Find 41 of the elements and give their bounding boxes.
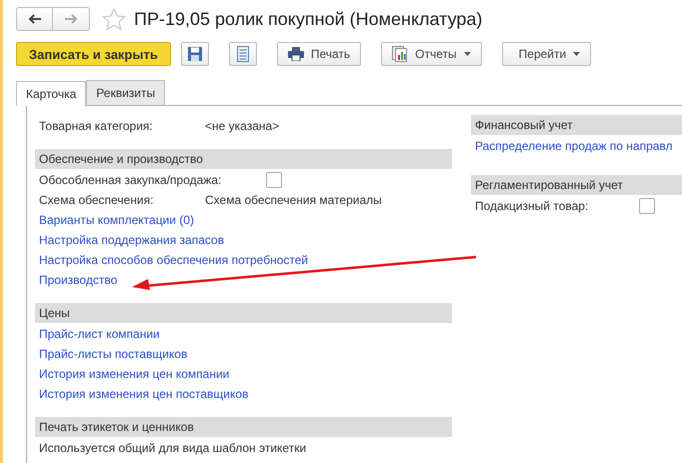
go-to-button[interactable]: Перейти xyxy=(502,42,592,66)
link[interactable]: История изменения цен поставщиков xyxy=(39,386,248,400)
caret-icon xyxy=(464,52,471,56)
link[interactable]: Прайс-лист компании xyxy=(39,326,160,340)
checkbox[interactable] xyxy=(639,198,655,214)
link[interactable]: Настройка способов обеспечения потребностей xyxy=(39,252,308,266)
section-header: Печать этикеток и ценников xyxy=(35,417,452,437)
section-header: Цены xyxy=(35,303,452,323)
info-text: Используется общий для вида шаблон этикетки xyxy=(39,440,306,454)
reports-button[interactable]: Отчеты xyxy=(381,42,482,66)
link[interactable]: Настройка поддержания запасов xyxy=(39,232,224,246)
bar-chart-document-icon xyxy=(392,46,408,62)
link[interactable]: Распределение продаж по направл xyxy=(475,138,673,152)
save-and-close-button[interactable]: Записать и закрыть xyxy=(16,42,171,66)
field-label: Обособленная закупка/продажа: xyxy=(39,172,222,186)
link[interactable]: Варианты комплектации (0) xyxy=(39,212,194,226)
field-label: Схема обеспечения: xyxy=(39,192,154,206)
section-header: Регламентированный учет xyxy=(471,175,682,195)
printer-icon xyxy=(288,47,304,61)
caret-icon xyxy=(573,52,580,56)
section-header: Финансовый учет xyxy=(471,115,682,135)
field-label: Подакцизный товар: xyxy=(475,198,590,212)
save-button[interactable] xyxy=(180,42,209,66)
checkbox[interactable] xyxy=(266,172,282,188)
document-list-icon xyxy=(236,46,249,62)
section-header: Обеспечение и производство xyxy=(35,149,452,169)
link[interactable]: История изменения цен компании xyxy=(39,366,230,380)
field-label: Товарная категория: xyxy=(39,118,154,132)
list-button[interactable] xyxy=(228,42,257,66)
link[interactable]: Производство xyxy=(39,272,118,286)
right-arrow-icon xyxy=(64,14,78,24)
print-button[interactable]: Печать xyxy=(276,42,362,66)
window-title: ПР-19,05 ролик покупной (Номенклатура) xyxy=(134,8,482,30)
tab[interactable]: Реквизиты xyxy=(86,80,166,105)
field-value: <не указана> xyxy=(205,118,280,132)
tab[interactable]: Карточка xyxy=(16,81,86,106)
star-icon[interactable] xyxy=(102,8,126,30)
field-value: Схема обеспечения материалы xyxy=(205,192,382,206)
left-arrow-icon xyxy=(28,14,42,24)
back-button[interactable] xyxy=(16,7,53,31)
link[interactable]: Прайс-листы поставщиков xyxy=(39,346,188,360)
